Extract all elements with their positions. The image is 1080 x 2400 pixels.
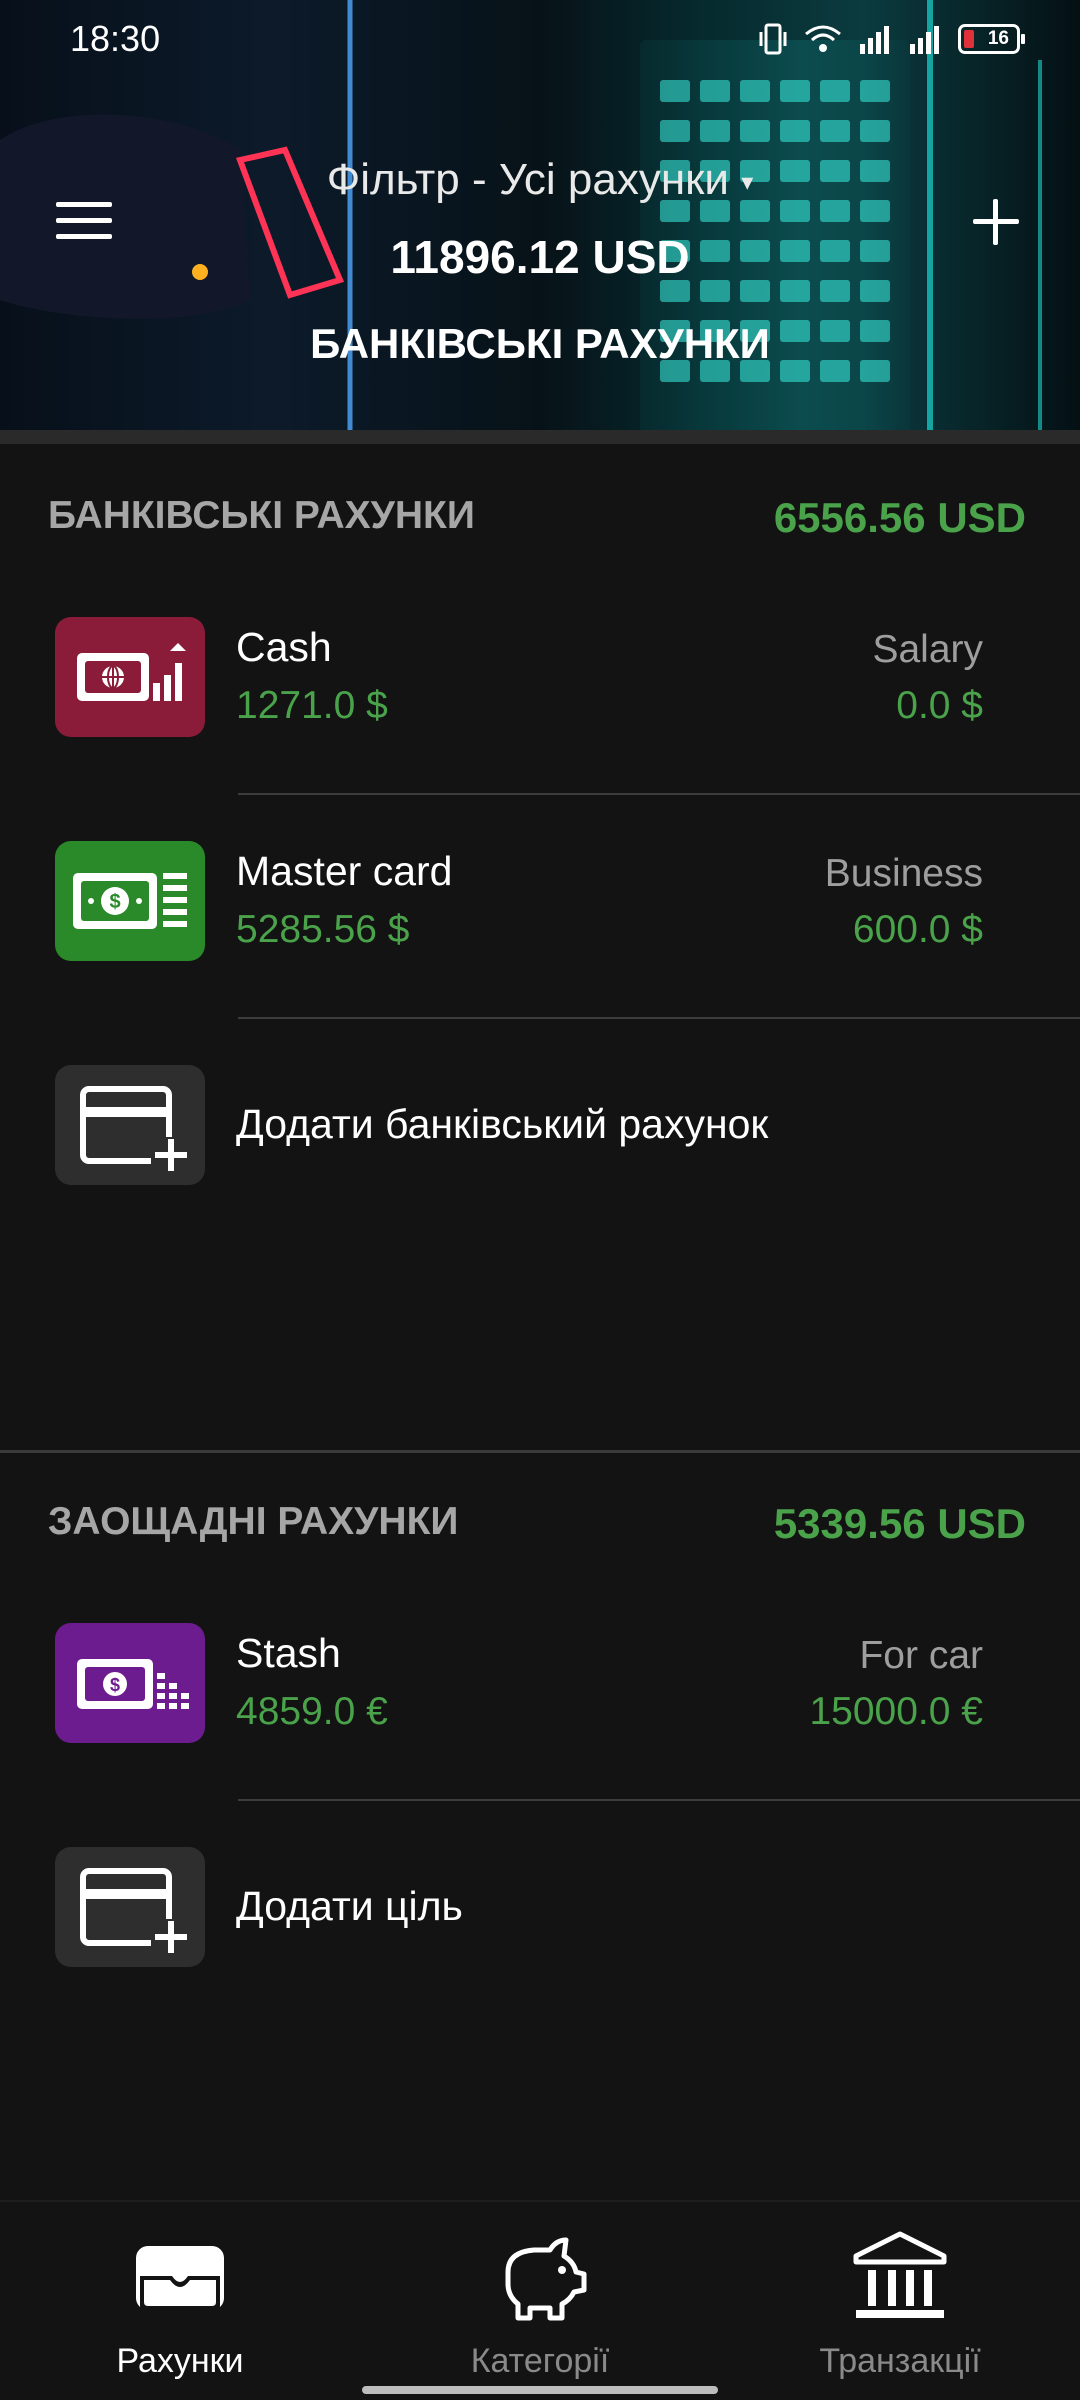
account-goal-value: 15000.0 € [809,1690,983,1733]
savings-section-title: ЗАОЩАДНІ РАХУНКИ [48,1500,459,1543]
account-balance: 4859.0 € [236,1690,388,1733]
row-divider [238,1017,1080,1019]
account-name: Cash [236,624,332,670]
battery-icon: 16 [958,24,1025,54]
status-bar-time: 18:30 [70,18,161,59]
section-divider [0,1450,1080,1453]
account-filter-dropdown[interactable]: Фільтр - Усі рахунки ▾ [0,155,1080,205]
battery-level: 16 [987,28,1009,49]
nav-tab-categories[interactable]: Категорії [390,2216,690,2386]
account-row-stash[interactable]: $ Stash 4859.0 € For car 15000.0 € [0,1594,1080,1774]
add-goal-button[interactable]: Додати ціль [0,1818,1080,1998]
account-row-master-card[interactable]: $ Master card 5285.56 $ Business 600.0 $ [0,812,1080,992]
account-row-cash[interactable]: Cash 1271.0 $ Salary 0.0 $ [0,588,1080,768]
add-card-icon [55,1847,205,1967]
wallet-icon [136,2246,224,2310]
account-name: Master card [236,848,453,894]
status-bar-icons: 16 [758,22,1025,56]
bottom-navigation: Рахунки Категорії Транзакції [0,2200,1080,2400]
savings-section-total: 5339.56 USD [773,1500,1026,1547]
cash-growth-icon [55,617,205,737]
wifi-icon [805,25,841,52]
account-goal-label: Business [824,852,983,895]
nav-label-categories: Категорії [470,2342,610,2380]
signal-icon-1 [860,26,889,54]
account-name: Stash [236,1630,341,1676]
account-balance: 1271.0 $ [236,684,388,727]
bank-section-title: БАНКІВСЬКІ РАХУНКИ [48,494,475,537]
nav-label-transactions: Транзакції [819,2342,981,2380]
banknote-icon: $ [55,841,205,961]
account-goal-label: Salary [872,628,983,671]
bank-building-icon [853,2231,947,2318]
piggy-bank-icon [505,2237,587,2321]
nav-tab-accounts[interactable]: Рахунки [30,2216,330,2386]
add-goal-label: Додати ціль [236,1883,463,1929]
add-bank-account-label: Додати банківський рахунок [236,1101,769,1147]
bank-section-total: 6556.56 USD [773,494,1026,541]
home-indicator[interactable] [362,2386,718,2394]
row-divider [238,1799,1080,1801]
header-background-image [0,0,1042,438]
row-divider [238,793,1080,795]
add-card-icon [55,1065,205,1185]
account-goal-label: For car [859,1634,983,1677]
money-stack-icon: $ [55,1623,205,1743]
svg-text:$: $ [110,1675,120,1695]
nav-label-accounts: Рахунки [116,2342,244,2380]
header-bottom-edge [0,430,1080,444]
account-balance: 5285.56 $ [236,908,410,951]
signal-icon-2 [910,26,939,54]
account-goal-value: 0.0 $ [896,684,983,727]
nav-tab-transactions[interactable]: Транзакції [750,2216,1050,2386]
chevron-down-icon: ▾ [741,168,754,196]
total-balance: 11896.12 USD [390,231,690,283]
svg-text:$: $ [109,891,120,913]
header-subtitle: БАНКІВСЬКІ РАХУНКИ [310,320,770,367]
filter-label: Фільтр - Усі рахунки [326,155,729,204]
account-goal-value: 600.0 $ [852,908,983,951]
add-bank-account-button[interactable]: Додати банківський рахунок [0,1036,1080,1216]
vibrate-icon [759,23,787,55]
header-banner: 18:30 16 Фільтр - Усі рахунки ▾ 11896.12… [0,0,1080,438]
